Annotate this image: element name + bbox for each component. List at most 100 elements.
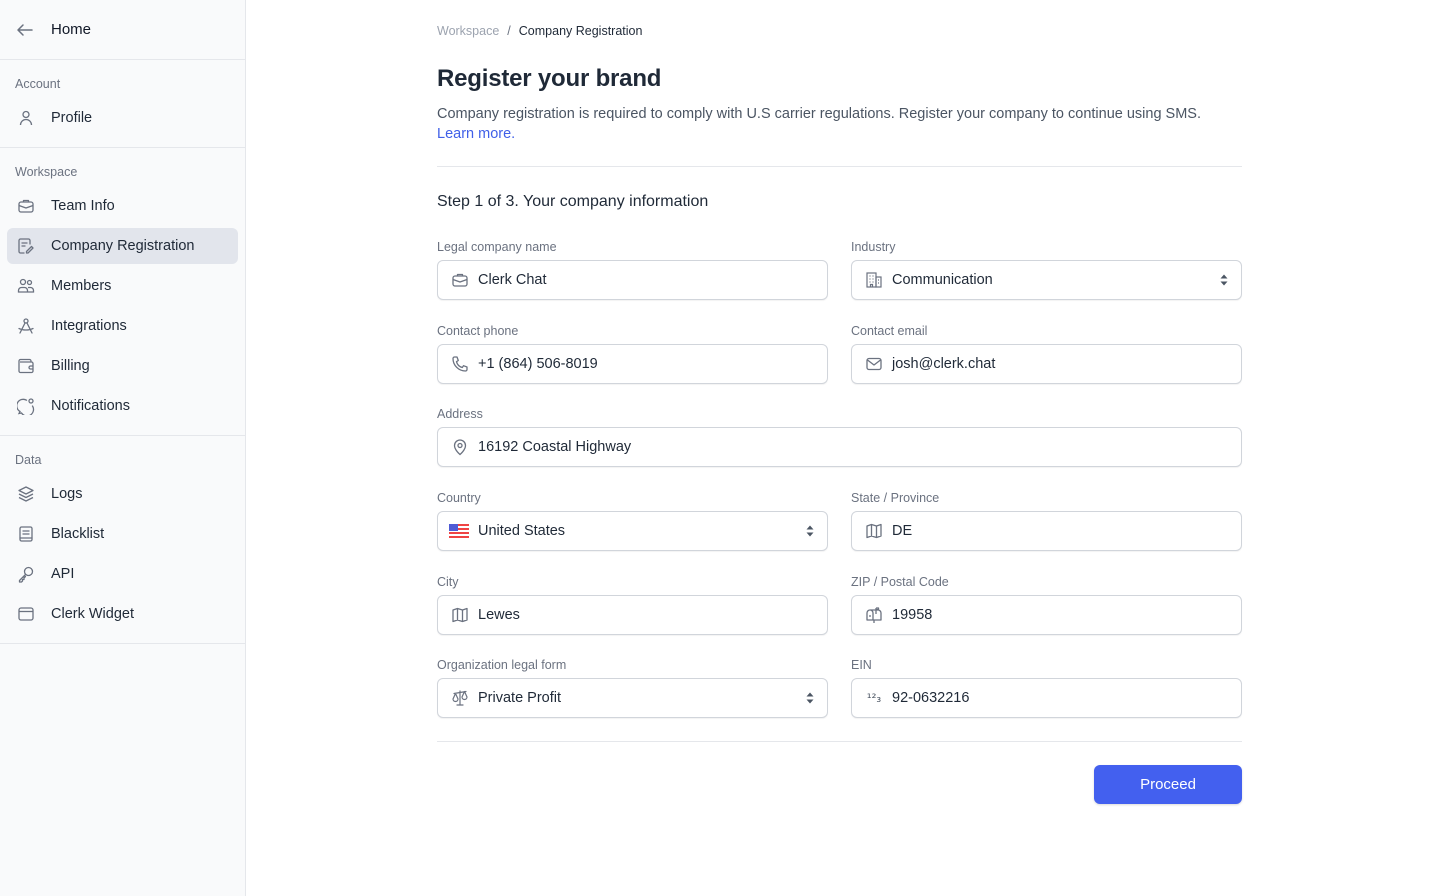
input-value: josh@clerk.chat <box>892 356 996 372</box>
phone-input[interactable]: +1 (864) 506-8019 <box>437 344 828 384</box>
book-icon <box>16 524 36 544</box>
layers-icon <box>16 484 36 504</box>
sidebar-item-label: Billing <box>51 358 90 374</box>
breadcrumb-workspace[interactable]: Workspace <box>437 24 499 38</box>
building-icon <box>865 271 883 289</box>
field-label: State / Province <box>851 491 940 505</box>
address-field: Address 16192 Coastal Highway <box>437 406 1242 467</box>
ein-input[interactable]: ¹²₃ 92-0632216 <box>851 678 1242 718</box>
sidebar-item-clerk-widget[interactable]: Clerk Widget <box>7 596 238 632</box>
sidebar-item-billing[interactable]: Billing <box>7 348 238 384</box>
input-value: Lewes <box>478 607 520 623</box>
field-label: Contact email <box>851 324 928 338</box>
input-value: 19958 <box>892 607 933 623</box>
select-value: Communication <box>892 272 993 288</box>
sidebar-item-label: Blacklist <box>51 526 105 542</box>
field-label: ZIP / Postal Code <box>851 575 949 589</box>
sidebar-item-team-info[interactable]: Team Info <box>7 188 238 224</box>
city-input[interactable]: Lewes <box>437 595 828 635</box>
sidebar-item-label: Team Info <box>51 198 115 214</box>
sidebar-item-notifications[interactable]: Notifications <box>7 388 238 424</box>
briefcase-icon <box>16 196 36 216</box>
city-field: City Lewes <box>437 574 828 635</box>
sidebar-item-label: Logs <box>51 486 83 502</box>
field-label: Country <box>437 491 481 505</box>
legal-name-input[interactable]: Clerk Chat <box>437 260 828 300</box>
compass-tool-icon <box>16 316 36 336</box>
zip-field: ZIP / Postal Code 19958 <box>851 574 1242 635</box>
sidebar-item-company-registration[interactable]: Company Registration <box>7 228 238 264</box>
map-icon <box>451 606 469 624</box>
chevron-up-down-icon <box>1219 273 1229 287</box>
key-icon <box>16 564 36 584</box>
country-field: Country United States <box>437 490 828 551</box>
sidebar-section-data: Data Logs Blacklist API Clerk Widget <box>0 436 245 644</box>
sidebar-item-label: Members <box>51 278 112 294</box>
sidebar-item-api[interactable]: API <box>7 556 238 592</box>
field-label: Industry <box>851 240 896 254</box>
phone-field: Contact phone +1 (864) 506-8019 <box>437 323 828 384</box>
wallet-icon <box>16 356 36 376</box>
input-value: 92-0632216 <box>892 690 970 706</box>
legal-form-field: Organization legal form Private Profit <box>437 657 828 718</box>
mailbox-icon <box>865 606 883 624</box>
email-input[interactable]: josh@clerk.chat <box>851 344 1242 384</box>
sidebar-item-label: Integrations <box>51 318 127 334</box>
sidebar-item-profile[interactable]: Profile <box>7 100 238 136</box>
divider <box>437 741 1242 742</box>
chevron-up-down-icon <box>805 524 815 538</box>
chat-bubble-icon <box>16 396 36 416</box>
email-field: Contact email josh@clerk.chat <box>851 323 1242 384</box>
state-input[interactable]: DE <box>851 511 1242 551</box>
users-icon <box>16 276 36 296</box>
home-link[interactable]: Home <box>0 0 245 60</box>
scale-icon <box>451 689 469 707</box>
document-edit-icon <box>16 236 36 256</box>
proceed-button[interactable]: Proceed <box>1094 765 1242 804</box>
home-label: Home <box>51 21 92 38</box>
sidebar-item-label: Notifications <box>51 398 130 414</box>
field-label: Address <box>437 407 483 421</box>
numbers-icon: ¹²₃ <box>866 691 882 705</box>
field-label: Legal company name <box>437 240 557 254</box>
legal-form-select[interactable]: Private Profit <box>437 678 828 718</box>
industry-select[interactable]: Communication <box>851 260 1242 300</box>
envelope-icon <box>865 355 883 373</box>
section-title: Workspace <box>15 165 78 179</box>
browser-window-icon <box>16 604 36 624</box>
input-value: +1 (864) 506-8019 <box>478 356 598 372</box>
sidebar-item-members[interactable]: Members <box>7 268 238 304</box>
section-title: Data <box>15 453 42 467</box>
map-icon <box>865 522 883 540</box>
input-value: DE <box>892 523 913 539</box>
zip-input[interactable]: 19958 <box>851 595 1242 635</box>
field-label: Organization legal form <box>437 658 567 672</box>
input-value: 16192 Coastal Highway <box>478 439 632 455</box>
sidebar-item-blacklist[interactable]: Blacklist <box>7 516 238 552</box>
input-value: Clerk Chat <box>478 272 547 288</box>
industry-field: Industry Communication <box>851 239 1242 300</box>
description-text: Company registration is required to comp… <box>437 106 1202 122</box>
select-value: Private Profit <box>478 690 561 706</box>
step-title: Step 1 of 3. Your company information <box>437 193 709 210</box>
briefcase-icon <box>451 271 469 289</box>
field-label: EIN <box>851 658 872 672</box>
country-select[interactable]: United States <box>437 511 828 551</box>
breadcrumb-separator: / <box>507 24 511 38</box>
sidebar-section-workspace: Workspace Team Info Company Registration… <box>0 148 245 436</box>
address-input[interactable]: 16192 Coastal Highway <box>437 427 1242 467</box>
state-field: State / Province DE <box>851 490 1242 551</box>
us-flag-icon <box>449 522 469 540</box>
sidebar-item-logs[interactable]: Logs <box>7 476 238 512</box>
learn-more-link[interactable]: Learn more. <box>437 126 515 142</box>
section-title: Account <box>15 77 61 91</box>
arrow-left-icon <box>15 20 35 40</box>
chevron-up-down-icon <box>805 691 815 705</box>
sidebar-item-label: Clerk Widget <box>51 606 134 622</box>
divider <box>437 166 1242 167</box>
sidebar-item-integrations[interactable]: Integrations <box>7 308 238 344</box>
map-pin-icon <box>451 438 469 456</box>
page-title: Register your brand <box>437 65 662 92</box>
page-description: Company registration is required to comp… <box>437 104 1242 144</box>
sidebar-item-label: Profile <box>51 110 93 126</box>
